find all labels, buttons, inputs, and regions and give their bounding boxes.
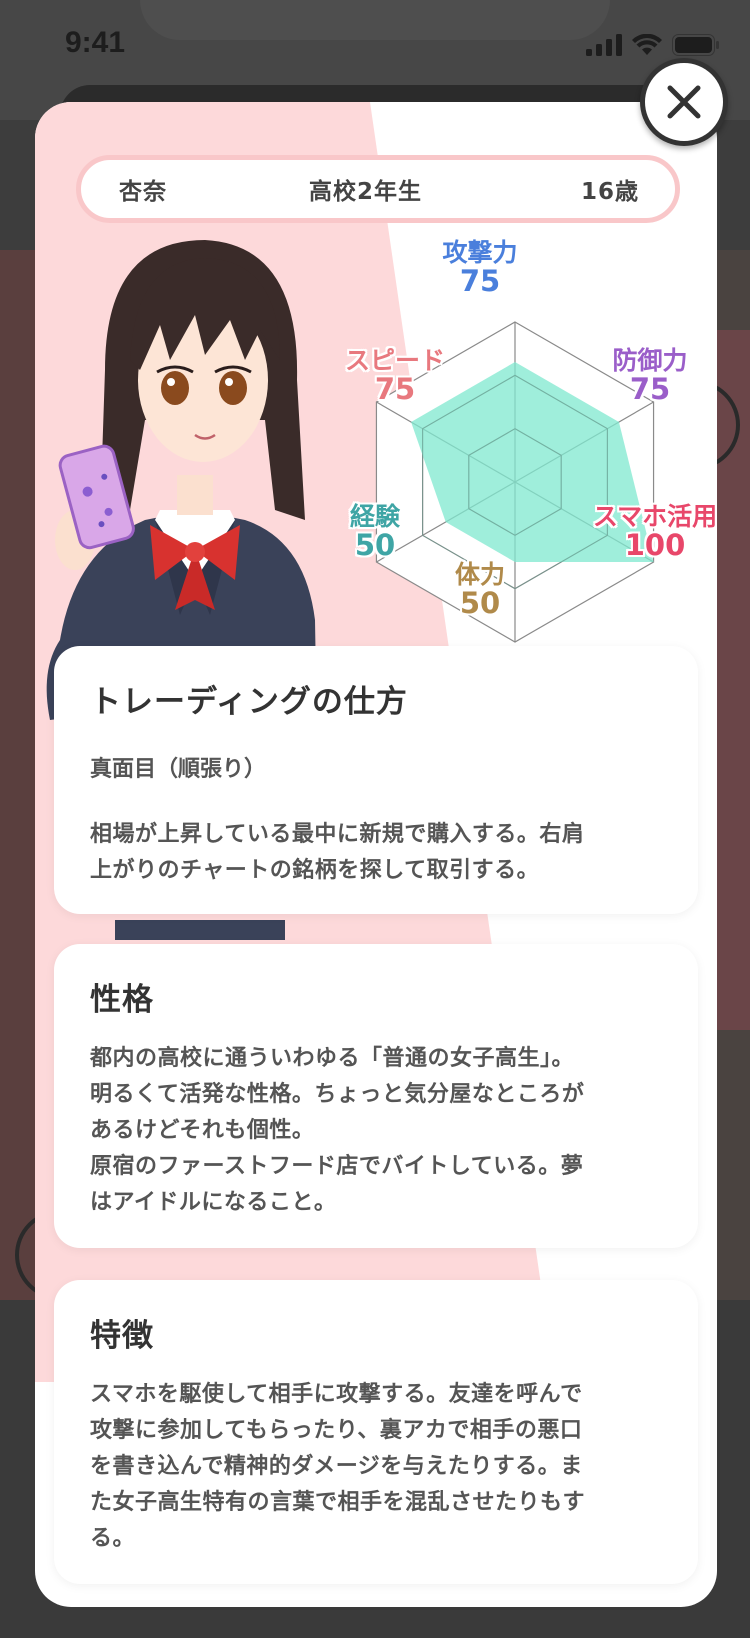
status-icons [586,34,720,56]
text-line: 明るくて活発な性格。ちょっと気分屋なところが [90,1082,585,1107]
text-line: を書き込んで精神的ダメージを与えたりする。ま [90,1454,583,1479]
battery-icon [672,34,719,56]
text-line: あるけどそれも個性。 [90,1118,315,1143]
text-line: 都内の高校に通ういわゆる「普通の女子高生」。 [90,1046,575,1071]
wifi-icon [632,34,662,55]
text-line: た女子高生特有の言葉で相手を混乱させたりもす [90,1490,586,1515]
radar-value-attack: 75 [459,264,501,298]
personality-description: 都内の高校に通ういわゆる「普通の女子高生」。 明るくて活発な性格。ちょっと気分屋… [90,1041,662,1221]
text-line: 攻撃に参加してもらったり、裏アカで相手の悪口 [90,1418,583,1443]
radar-value-speed: 75 [374,372,416,406]
text-line: 原宿のファーストフード店でバイトしている。夢 [90,1154,584,1179]
close-button[interactable] [640,58,728,146]
radar-axis-smartphone: スマホ活用 [592,502,717,531]
status-time: 9:41 [65,26,126,59]
radar-value-defense: 75 [629,372,671,406]
status-bar: 9:41 [0,0,750,90]
radar-axis-experience: 経験 [349,502,400,531]
radar-axis-speed: スピード [344,346,445,375]
trading-style-card: トレーディングの仕方 真面目（順張り） 相場が上昇している最中に新規で購入する。… [54,646,698,914]
text-line: る。 [90,1526,136,1551]
character-age: 16歳 [580,179,639,205]
character-grade: 高校2年生 [309,179,423,205]
background-curtain-left [0,250,40,1300]
radar-axis-defense: 防御力 [612,346,688,375]
signal-icon [586,34,622,56]
radar-axis-stamina: 体力 [454,560,505,589]
text-line: 相場が上昇している最中に新規で購入する。右肩 [90,822,585,847]
character-profile-modal: 杏奈 高校2年生 16歳 攻撃力 75 防御力 75 スマホ活用 100 体力 … [35,102,717,1607]
character-name: 杏奈 [119,179,167,205]
trading-style-title: トレーディングの仕方 [90,684,408,720]
radar-value-experience: 50 [354,528,396,562]
radar-label-smartphone: スマホ活用 100 [585,504,717,560]
personality-title: 性格 [90,982,154,1018]
text-line: スマホを駆使して相手に攻撃する。友達を呼んで [90,1382,583,1407]
radar-value-stamina: 50 [459,586,501,620]
profile-info-bar: 杏奈 高校2年生 16歳 [76,155,680,223]
trading-style-subtitle: 真面目（順張り） [90,757,267,782]
close-icon [667,85,701,119]
radar-label-defense: 防御力 75 [605,348,695,404]
radar-value-smartphone: 100 [624,528,686,562]
features-card: 特徴 スマホを駆使して相手に攻撃する。友達を呼んで 攻撃に参加してもらったり、裏… [54,1280,698,1584]
radar-label-speed: スピード 75 [335,348,455,404]
features-description: スマホを駆使して相手に攻撃する。友達を呼んで 攻撃に参加してもらったり、裏アカで… [90,1377,662,1557]
text-line: はアイドルになること。 [90,1190,337,1215]
radar-label-attack: 攻撃力 75 [435,240,525,296]
features-title: 特徴 [90,1318,154,1354]
radar-label-experience: 経験 50 [335,504,415,560]
trading-style-description: 相場が上昇している最中に新規で購入する。右肩 上がりのチャートの銘柄を探して取引… [90,817,662,889]
radar-axis-attack: 攻撃力 [442,238,518,267]
blazer-hem [115,920,285,940]
personality-card: 性格 都内の高校に通ういわゆる「普通の女子高生」。 明るくて活発な性格。ちょっと… [54,944,698,1248]
text-line: 上がりのチャートの銘柄を探して取引する。 [90,858,540,883]
radar-label-stamina: 体力 50 [440,562,520,618]
